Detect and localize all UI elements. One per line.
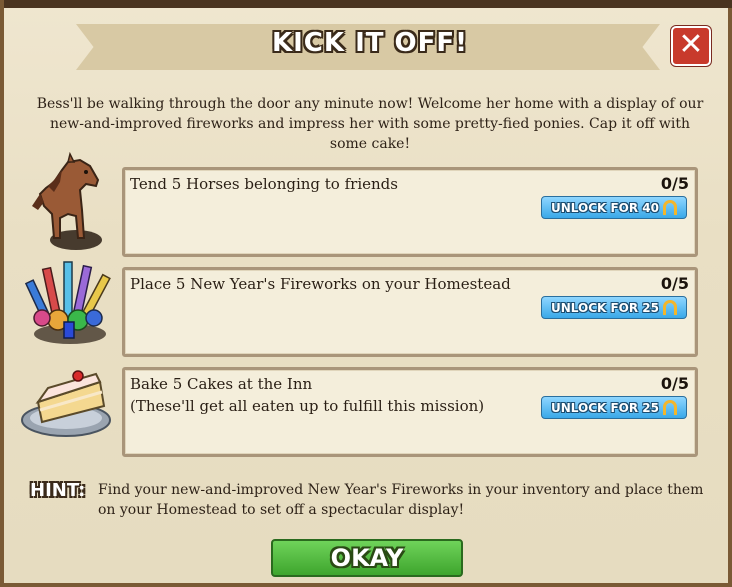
close-button[interactable]: ✕ [671, 26, 711, 66]
top-border [4, 0, 732, 8]
cake-icon [18, 362, 116, 442]
unlock-label: UNLOCK FOR 25 [550, 400, 659, 415]
hint-label: HINT: [30, 480, 86, 501]
unlock-button[interactable]: UNLOCK FOR 25 [541, 396, 687, 419]
horseshoe-icon [663, 200, 677, 215]
mission-dialog: KICK IT OFF! ✕ Bess'll be walking throug… [0, 0, 732, 587]
task-card: Bake 5 Cakes at the Inn (These'll get al… [122, 367, 698, 457]
unlock-button[interactable]: UNLOCK FOR 25 [541, 296, 687, 319]
intro-text: Bess'll be walking through the door any … [36, 96, 704, 152]
task-progress: 0/5 [660, 174, 689, 193]
task-card: Tend 5 Horses belonging to friends 0/5 U… [122, 167, 698, 257]
task-subtext: (These'll get all eaten up to fulfill th… [130, 397, 485, 415]
task-progress: 0/5 [660, 374, 689, 393]
task-description: Bake 5 Cakes at the Inn [130, 375, 313, 393]
horseshoe-icon [663, 300, 677, 315]
task-progress: 0/5 [660, 274, 689, 293]
task-description: Place 5 New Year's Fireworks on your Hom… [130, 275, 511, 293]
task-description: Tend 5 Horses belonging to friends [130, 175, 398, 193]
fireworks-icon [20, 254, 116, 350]
task-card: Place 5 New Year's Fireworks on your Hom… [122, 267, 698, 357]
unlock-label: UNLOCK FOR 40 [550, 200, 659, 215]
okay-button[interactable]: OKAY [271, 539, 463, 577]
horseshoe-icon [663, 400, 677, 415]
dialog-title: KICK IT OFF! [271, 28, 469, 58]
unlock-label: UNLOCK FOR 25 [550, 300, 659, 315]
horse-icon [24, 151, 112, 256]
unlock-button[interactable]: UNLOCK FOR 40 [541, 196, 687, 219]
hint-text: Find your new-and-improved New Year's Fi… [98, 482, 704, 518]
